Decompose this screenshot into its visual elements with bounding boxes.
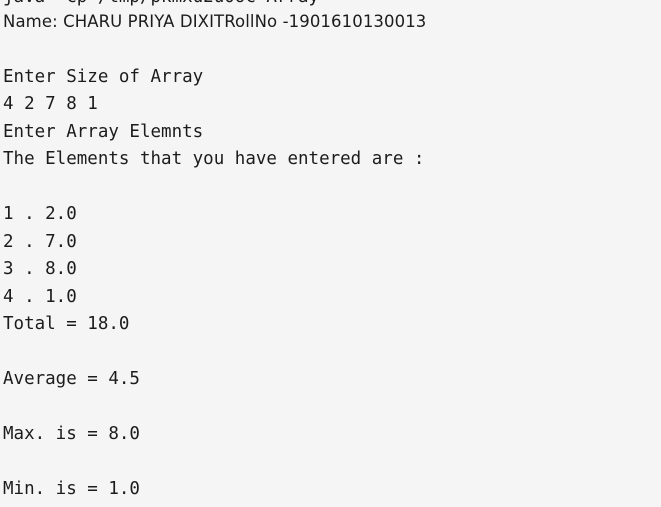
element-line-1: 1 . 2.0: [3, 204, 77, 224]
input-values: 4 2 7 8 1: [3, 94, 98, 114]
element-line-3: 3 . 8.0: [3, 259, 77, 279]
total-line: Total = 18.0: [3, 314, 130, 334]
max-line: Max. is = 8.0: [3, 424, 140, 444]
prompt-size: Enter Size of Array: [3, 67, 204, 87]
prompt-elements: Enter Array Elemnts: [3, 122, 204, 142]
entered-header: The Elements that you have entered are :: [3, 149, 425, 169]
name-line: Name: CHARU PRIYA DIXITRollNo -190161013…: [3, 12, 427, 31]
min-line: Min. is = 1.0: [3, 479, 140, 499]
console-output: java -cp /tmp/pkmxu2u0oc Array Name: CHA…: [0, 0, 661, 507]
element-line-4: 4 . 1.0: [3, 287, 77, 307]
command-line: java -cp /tmp/pkmxu2u0oc Array: [3, 0, 319, 8]
element-line-2: 2 . 7.0: [3, 232, 77, 252]
average-line: Average = 4.5: [3, 369, 140, 389]
